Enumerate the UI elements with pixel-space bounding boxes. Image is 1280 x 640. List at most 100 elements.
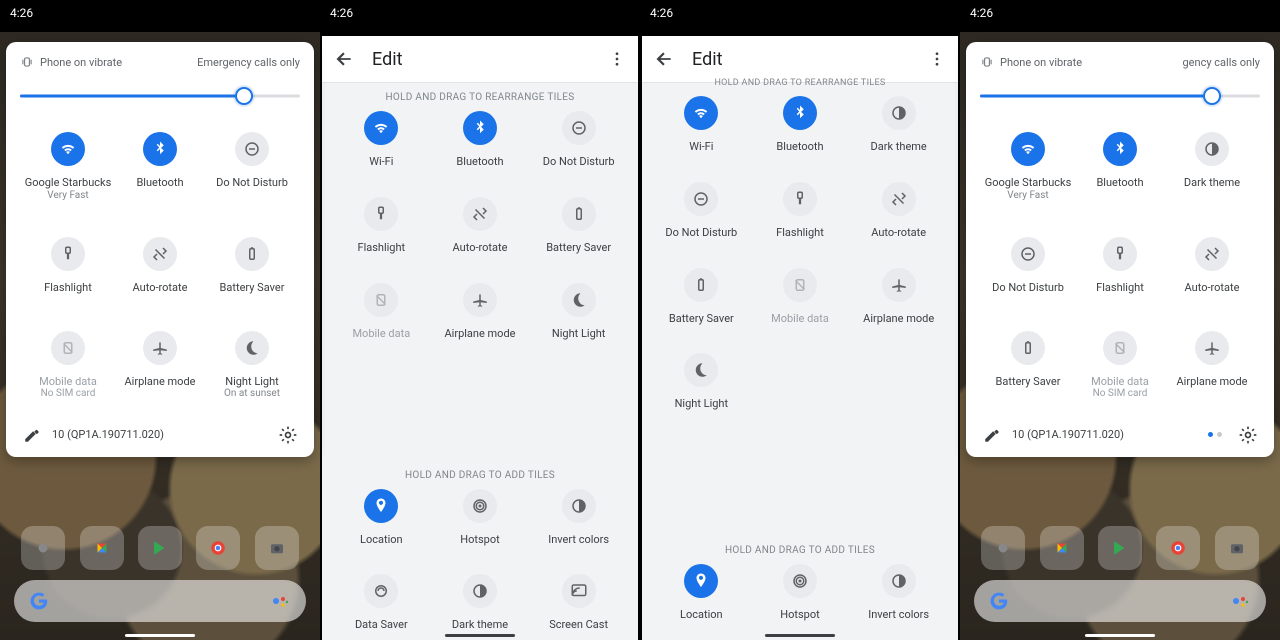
gesture-nav-bar[interactable] (765, 634, 835, 637)
tile-battery-saver[interactable]: Battery Saver (982, 331, 1074, 400)
edit-button[interactable] (20, 423, 44, 447)
brightness-slider[interactable] (20, 84, 300, 108)
pencil-icon (983, 426, 1001, 444)
google-logo-icon (28, 590, 50, 612)
clock: 4:26 (330, 6, 353, 20)
app-icon[interactable] (21, 526, 65, 570)
tile-dark-theme[interactable]: Dark theme (431, 574, 530, 632)
emergency-label: Emergency calls only (197, 56, 300, 69)
tile-battery-saver[interactable]: Battery Saver (652, 268, 751, 326)
tile-autorotate[interactable]: Auto-rotate (431, 197, 530, 255)
tile-airplane[interactable]: Airplane mode (1166, 331, 1258, 400)
gesture-nav-bar[interactable] (1085, 634, 1155, 637)
tile-dnd[interactable]: Do Not Disturb (206, 132, 298, 201)
tile-flashlight[interactable]: Flashlight (22, 237, 114, 295)
tile-screen-cast[interactable]: Screen Cast (529, 574, 628, 632)
flashlight-icon (1103, 237, 1137, 271)
vibrate-icon (980, 55, 994, 69)
chrome-icon[interactable] (196, 526, 240, 570)
tile-invert-colors[interactable]: Invert colors (529, 489, 628, 547)
tile-mobile-data[interactable]: Mobile data (751, 268, 850, 326)
tile-bluetooth[interactable]: Bluetooth (1074, 132, 1166, 201)
overflow-button[interactable] (608, 50, 626, 68)
tile-location[interactable]: Location (332, 489, 431, 547)
tile-flashlight[interactable]: Flashlight (332, 197, 431, 255)
tile-airplane[interactable]: Airplane mode (114, 331, 206, 400)
tile-flashlight[interactable]: Flashlight (751, 182, 850, 240)
tile-invert-colors[interactable]: Invert colors (849, 564, 948, 622)
tile-dnd[interactable]: Do Not Disturb (982, 237, 1074, 295)
tile-night-light[interactable]: Night LightOn at sunset (206, 331, 298, 400)
tile-bluetooth[interactable]: Bluetooth (431, 111, 530, 169)
back-icon (654, 49, 674, 69)
qs-edit-screen: Edit HOLD AND DRAG TO REARRANGE TILES Wi… (322, 36, 638, 640)
tile-dnd[interactable]: Do Not Disturb (529, 111, 628, 169)
tile-hotspot[interactable]: Hotspot (751, 564, 850, 622)
tile-mobile-data[interactable]: Mobile dataNo SIM card (22, 331, 114, 400)
settings-button[interactable] (276, 423, 300, 447)
chrome-icon[interactable] (1156, 526, 1200, 570)
brightness-slider[interactable] (980, 84, 1260, 108)
assistant-icon[interactable] (268, 589, 292, 613)
tile-wifi[interactable]: Google StarbucksVery Fast (22, 132, 114, 201)
tile-battery-saver[interactable]: Battery Saver (529, 197, 628, 255)
overflow-button[interactable] (928, 50, 946, 68)
tile-battery-saver[interactable]: Battery Saver (206, 237, 298, 295)
build-label[interactable]: 10 (QP1A.190711.020) (1012, 428, 1124, 441)
bluetooth-icon (1103, 132, 1137, 166)
play-store-icon[interactable] (1098, 526, 1142, 570)
autorotate-icon (143, 237, 177, 271)
app-bar: Edit (322, 36, 638, 82)
gesture-nav-bar[interactable] (125, 634, 195, 637)
photos-icon[interactable] (1040, 526, 1084, 570)
tile-bluetooth[interactable]: Bluetooth (751, 96, 850, 154)
tile-location[interactable]: Location (652, 564, 751, 622)
edit-button[interactable] (980, 423, 1004, 447)
tile-mobile-data[interactable]: Mobile data (332, 283, 431, 341)
tile-airplane[interactable]: Airplane mode (849, 268, 948, 326)
tile-wifi[interactable]: Wi-Fi (652, 96, 751, 154)
back-button[interactable] (334, 49, 354, 69)
search-bar[interactable] (14, 580, 306, 622)
tile-night-light[interactable]: Night Light (652, 353, 751, 411)
tile-wifi[interactable]: Wi-Fi (332, 111, 431, 169)
camera-icon[interactable] (255, 526, 299, 570)
status-bar: 4:26 (320, 0, 640, 32)
tile-autorotate[interactable]: Auto-rotate (1166, 237, 1258, 295)
tile-night-light[interactable]: Night Light (529, 283, 628, 341)
back-button[interactable] (654, 49, 674, 69)
status-bar: 4:26 (640, 0, 960, 32)
tile-dark-theme[interactable]: Dark theme (1166, 132, 1258, 201)
gesture-nav-bar[interactable] (445, 634, 515, 637)
tile-hotspot[interactable]: Hotspot (431, 489, 530, 547)
app-icon[interactable] (981, 526, 1025, 570)
tile-autorotate[interactable]: Auto-rotate (114, 237, 206, 295)
settings-button[interactable] (1236, 423, 1260, 447)
battery-icon (1011, 331, 1045, 365)
photos-icon[interactable] (80, 526, 124, 570)
build-label[interactable]: 10 (QP1A.190711.020) (52, 428, 164, 441)
assistant-icon[interactable] (1228, 589, 1252, 613)
quick-settings-panel: Phone on vibrate gency calls only Google… (966, 42, 1274, 457)
search-bar[interactable] (974, 580, 1266, 622)
vibrate-label: Phone on vibrate (1000, 56, 1082, 69)
battery-icon (235, 237, 269, 271)
tile-bluetooth[interactable]: Bluetooth (114, 132, 206, 201)
tile-airplane[interactable]: Airplane mode (431, 283, 530, 341)
tile-data-saver[interactable]: Data Saver (332, 574, 431, 632)
tile-dark-theme[interactable]: Dark theme (849, 96, 948, 154)
camera-icon[interactable] (1215, 526, 1259, 570)
status-bar: 4:26 (960, 0, 1280, 32)
clock: 4:26 (10, 6, 33, 20)
dock (0, 526, 320, 570)
tile-mobile-data[interactable]: Mobile dataNo SIM card (1074, 331, 1166, 400)
airplane-icon (143, 331, 177, 365)
google-logo-icon (988, 590, 1010, 612)
tile-flashlight[interactable]: Flashlight (1074, 237, 1166, 295)
tile-wifi[interactable]: Google StarbucksVery Fast (982, 132, 1074, 201)
tile-dnd[interactable]: Do Not Disturb (652, 182, 751, 240)
play-store-icon[interactable] (138, 526, 182, 570)
rearrange-hint: HOLD AND DRAG TO REARRANGE TILES (642, 78, 958, 88)
tile-autorotate[interactable]: Auto-rotate (849, 182, 948, 240)
dnd-icon (1011, 237, 1045, 271)
